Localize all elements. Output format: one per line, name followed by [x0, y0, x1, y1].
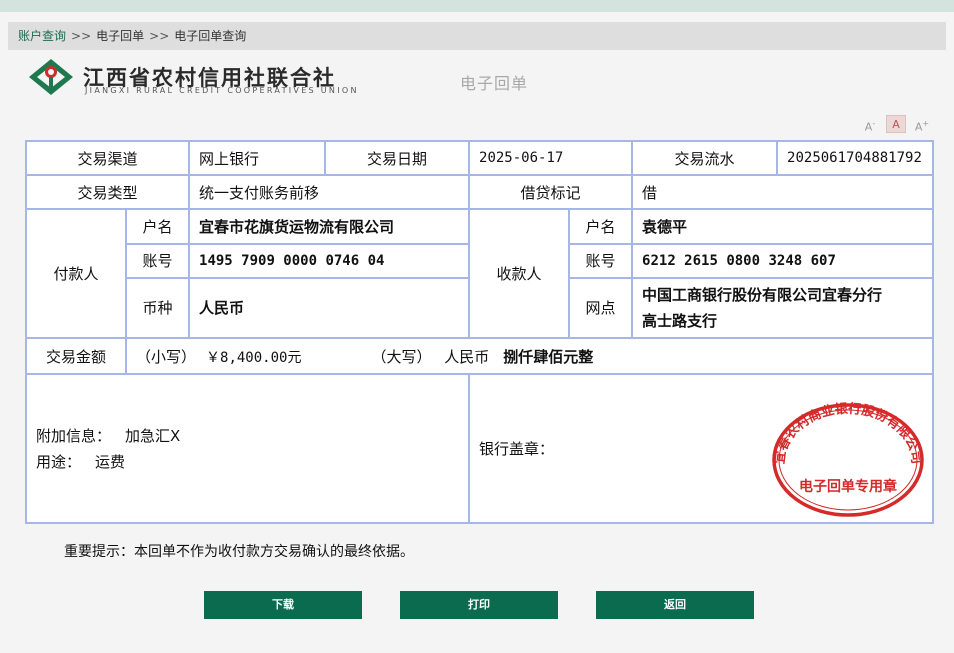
type-label: 交易类型 [24, 174, 191, 211]
extra-value: 加急汇X [125, 426, 181, 445]
doc-title: 电子回单 [460, 74, 529, 93]
date-value: 2025-06-17 [468, 139, 634, 177]
breadcrumb-item-e-receipt: 电子回单 [96, 29, 145, 43]
serial-value: 2025061704881792 [776, 139, 935, 177]
payee-branch-line1: 中国工商银行股份有限公司宜春分行 [642, 285, 883, 304]
top-stripe [0, 0, 954, 12]
seal-label: 银行盖章： [479, 439, 555, 458]
purpose-value: 运费 [95, 452, 126, 471]
back-button[interactable]: 返回 [596, 591, 754, 619]
breadcrumb-item-account-query[interactable]: 账户查询 [18, 29, 66, 43]
payer-name-value: 宜春市花旗货运物流有限公司 [188, 208, 471, 245]
extra-label: 附加信息： [36, 426, 112, 445]
amount-cell: （小写） ￥8,400.00元 （大写） 人民币 捌仟肆佰元整 [124, 336, 935, 376]
amount-label: 交易金额 [25, 336, 127, 376]
amount-small-value: ￥8,400.00元 [206, 349, 302, 366]
receipt-header: 江西省农村信用社联合社 JIANGXI RURAL CREDIT COOPERA… [28, 58, 548, 102]
purpose-label: 用途： [36, 452, 82, 471]
table-row: 付款人 户名 宜春市花旗货运物流有限公司 收款人 户名 袁德平 [25, 208, 935, 339]
date-label: 交易日期 [324, 139, 471, 177]
extra-info-cell: 附加信息： 加急汇X 用途： 运费 [24, 373, 471, 524]
font-increase-button[interactable]: A+ [912, 115, 932, 134]
channel-label: 交易渠道 [24, 139, 191, 177]
bank-logo-icon [29, 59, 73, 95]
breadcrumb-item-e-receipt-query: 电子回单查询 [174, 29, 247, 43]
bank-seal-icon: 宜春农村商业银行股份有限公司 电子回单专用章 [772, 401, 924, 517]
payer-account-value: 1495 7909 0000 0746 04 [188, 242, 471, 279]
payee-label: 收款人 [468, 208, 571, 339]
important-notice: 重要提示：本回单不作为收付款方交易确认的最终依据。 [64, 544, 414, 560]
table-row: 交易渠道 网上银行 交易日期 2025-06-17 交易流水 202506170… [24, 139, 935, 177]
payee-account-label: 账号 [568, 242, 634, 279]
font-decrease-button[interactable]: A- [860, 115, 880, 134]
type-value: 统一支付账务前移 [188, 174, 471, 211]
table-row: 交易金额 （小写） ￥8,400.00元 （大写） 人民币 捌仟肆佰元整 [25, 336, 935, 376]
table-row: 交易类型 统一支付账务前移 借贷标记 借 [24, 174, 935, 211]
channel-value: 网上银行 [188, 139, 327, 177]
download-button[interactable]: 下载 [204, 591, 362, 619]
payer-label: 付款人 [25, 208, 127, 339]
breadcrumb-separator: >> [149, 29, 170, 43]
font-normal-button[interactable]: A [886, 115, 906, 133]
breadcrumb-separator: >> [71, 29, 92, 43]
font-size-controls: A- A A+ [860, 115, 936, 135]
breadcrumb: 账户查询 >> 电子回单 >> 电子回单查询 [8, 22, 946, 50]
dc-value: 借 [631, 174, 935, 211]
table-row: 附加信息： 加急汇X 用途： 运费 银行盖章： 宜春农村商业银行股份有限公司 电子回… [24, 373, 935, 524]
payer-currency-value: 人民币 [188, 276, 471, 340]
payer-account-label: 账号 [124, 242, 191, 279]
payee-name-label: 户名 [568, 208, 634, 245]
payee-branch-line2: 高士路支行 [642, 311, 718, 330]
payee-branch-value: 中国工商银行股份有限公司宜春分行 高士路支行 [631, 276, 935, 340]
receipt-table: 交易渠道 网上银行 交易日期 2025-06-17 交易流水 202506170… [24, 139, 935, 524]
payee-branch-label: 网点 [568, 276, 634, 340]
payer-currency-label: 币种 [124, 276, 191, 340]
payer-name-label: 户名 [124, 208, 191, 245]
amount-big-label: （大写） [371, 347, 432, 366]
serial-label: 交易流水 [631, 139, 779, 177]
seal-cell: 银行盖章： 宜春农村商业银行股份有限公司 电子回单专用章 [468, 373, 935, 524]
amount-big-value: 捌仟肆佰元整 [503, 347, 594, 366]
dc-label: 借贷标记 [468, 174, 634, 211]
print-button[interactable]: 打印 [400, 591, 558, 619]
amount-big-currency: 人民币 [444, 347, 490, 366]
seal-center-text: 电子回单专用章 [799, 478, 897, 495]
payee-name-value: 袁德平 [631, 208, 935, 245]
svg-text:宜春农村商业银行股份有限公司: 宜春农村商业银行股份有限公司 [772, 401, 924, 465]
payee-account-value: 6212 2615 0800 3248 607 [631, 242, 935, 279]
bank-name-en: JIANGXI RURAL CREDIT COOPERATIVES UNION [85, 86, 359, 95]
seal-arc-text: 宜春农村商业银行股份有限公司 [772, 401, 924, 465]
amount-small-label: （小写） [136, 347, 197, 366]
